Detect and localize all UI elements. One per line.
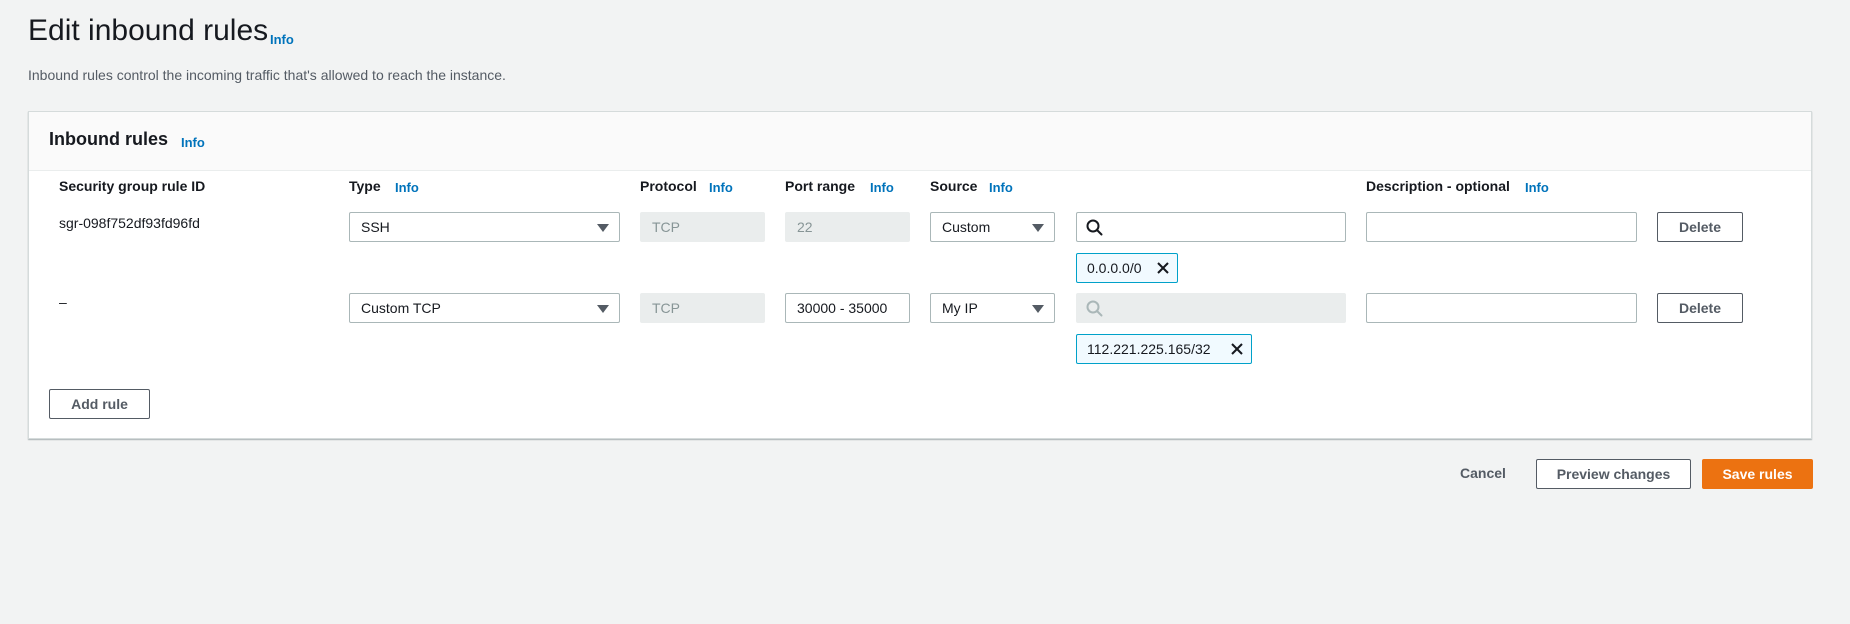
port-range-info-link[interactable]: Info [870,180,894,195]
caret-down-icon [597,305,609,313]
panel-title: Inbound rules [49,129,168,149]
page-title: Edit inbound rules [28,14,269,47]
source-search-input [1076,293,1346,323]
source-info-link[interactable]: Info [989,180,1013,195]
column-header-source: Source [930,178,978,194]
inbound-rules-panel: Inbound rules Info Security group rule I… [28,111,1812,439]
source-token-label: 0.0.0.0/0 [1087,260,1142,276]
rule-id: – [59,294,67,310]
delete-button[interactable]: Delete [1657,212,1743,242]
close-icon[interactable] [1156,261,1170,275]
type-info-link[interactable]: Info [395,180,419,195]
panel-header: Inbound rules Info [29,112,1811,171]
column-header-description: Description - optional [1366,178,1510,194]
description-info-link[interactable]: Info [1525,180,1549,195]
panel-info-link[interactable]: Info [181,135,205,150]
page-description: Inbound rules control the incoming traff… [28,67,506,83]
close-icon[interactable] [1230,342,1244,356]
save-rules-button[interactable]: Save rules [1702,459,1813,489]
protocol-info-link[interactable]: Info [709,180,733,195]
delete-button[interactable]: Delete [1657,293,1743,323]
port-range-field: 22 [785,212,910,242]
description-input[interactable] [1366,212,1637,242]
port-range-input[interactable]: 30000 - 35000 [785,293,910,323]
protocol-field: TCP [640,212,765,242]
description-input[interactable] [1366,293,1637,323]
source-token-label: 112.221.225.165/32 [1087,341,1211,357]
column-header-rule-id: Security group rule ID [59,178,206,194]
column-header-protocol: Protocol [640,178,697,194]
source-token: 112.221.225.165/32 [1076,334,1252,364]
source-search-input[interactable] [1076,212,1346,242]
protocol-field: TCP [640,293,765,323]
column-header-type: Type [349,178,381,194]
source-select-value: Custom [942,219,991,235]
caret-down-icon [597,224,609,232]
rule-id: sgr-098f752df93fd96fd [59,215,200,231]
source-select[interactable]: My IP [930,293,1055,323]
caret-down-icon [1032,305,1044,313]
type-select-value: Custom TCP [361,300,441,316]
source-select-value: My IP [942,300,978,316]
search-icon [1086,300,1103,317]
type-select[interactable]: Custom TCP [349,293,620,323]
page-info-link[interactable]: Info [270,32,294,47]
caret-down-icon [1032,224,1044,232]
search-icon [1086,219,1103,236]
preview-changes-button[interactable]: Preview changes [1536,459,1691,489]
cancel-button[interactable]: Cancel [1445,459,1521,489]
source-select[interactable]: Custom [930,212,1055,242]
source-token: 0.0.0.0/0 [1076,253,1178,283]
type-select[interactable]: SSH [349,212,620,242]
column-header-port-range: Port range [785,178,856,194]
add-rule-button[interactable]: Add rule [49,389,150,419]
type-select-value: SSH [361,219,390,235]
